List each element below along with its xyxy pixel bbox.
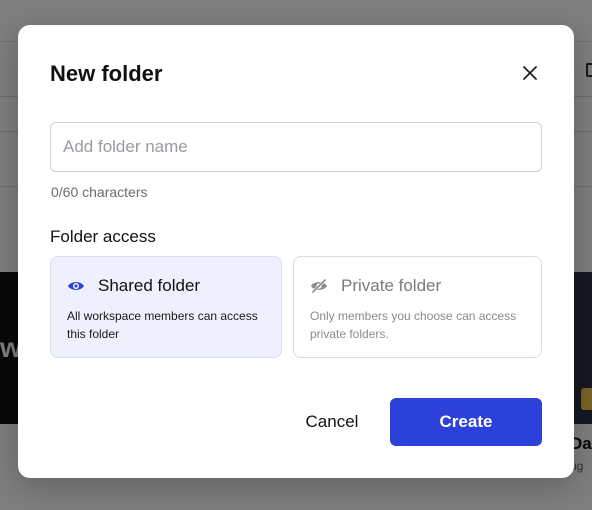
option-label: Private folder — [341, 276, 442, 295]
create-button[interactable]: Create — [390, 398, 542, 446]
folder-access-heading: Folder access — [50, 227, 156, 246]
new-folder-dialog: New folder 0/60 characters Folder access… — [18, 25, 574, 478]
private-folder-option[interactable]: Private folder Only members you choose c… — [293, 256, 542, 358]
option-description: Only members you choose can access priva… — [310, 309, 517, 341]
close-icon — [523, 66, 537, 80]
option-label: Shared folder — [98, 276, 201, 295]
character-count: 0/60 characters — [51, 184, 148, 200]
close-button[interactable] — [518, 61, 542, 85]
folder-name-input[interactable] — [50, 122, 542, 172]
option-header: Shared folder — [67, 276, 200, 296]
eye-icon — [67, 279, 85, 293]
cancel-button[interactable]: Cancel — [288, 398, 376, 446]
option-header: Private folder — [310, 276, 441, 296]
shared-folder-option[interactable]: Shared folder All workspace members can … — [50, 256, 282, 358]
eye-slash-icon — [310, 279, 328, 293]
dialog-title: New folder — [50, 61, 163, 86]
option-description: All workspace members can access this fo… — [67, 309, 258, 341]
